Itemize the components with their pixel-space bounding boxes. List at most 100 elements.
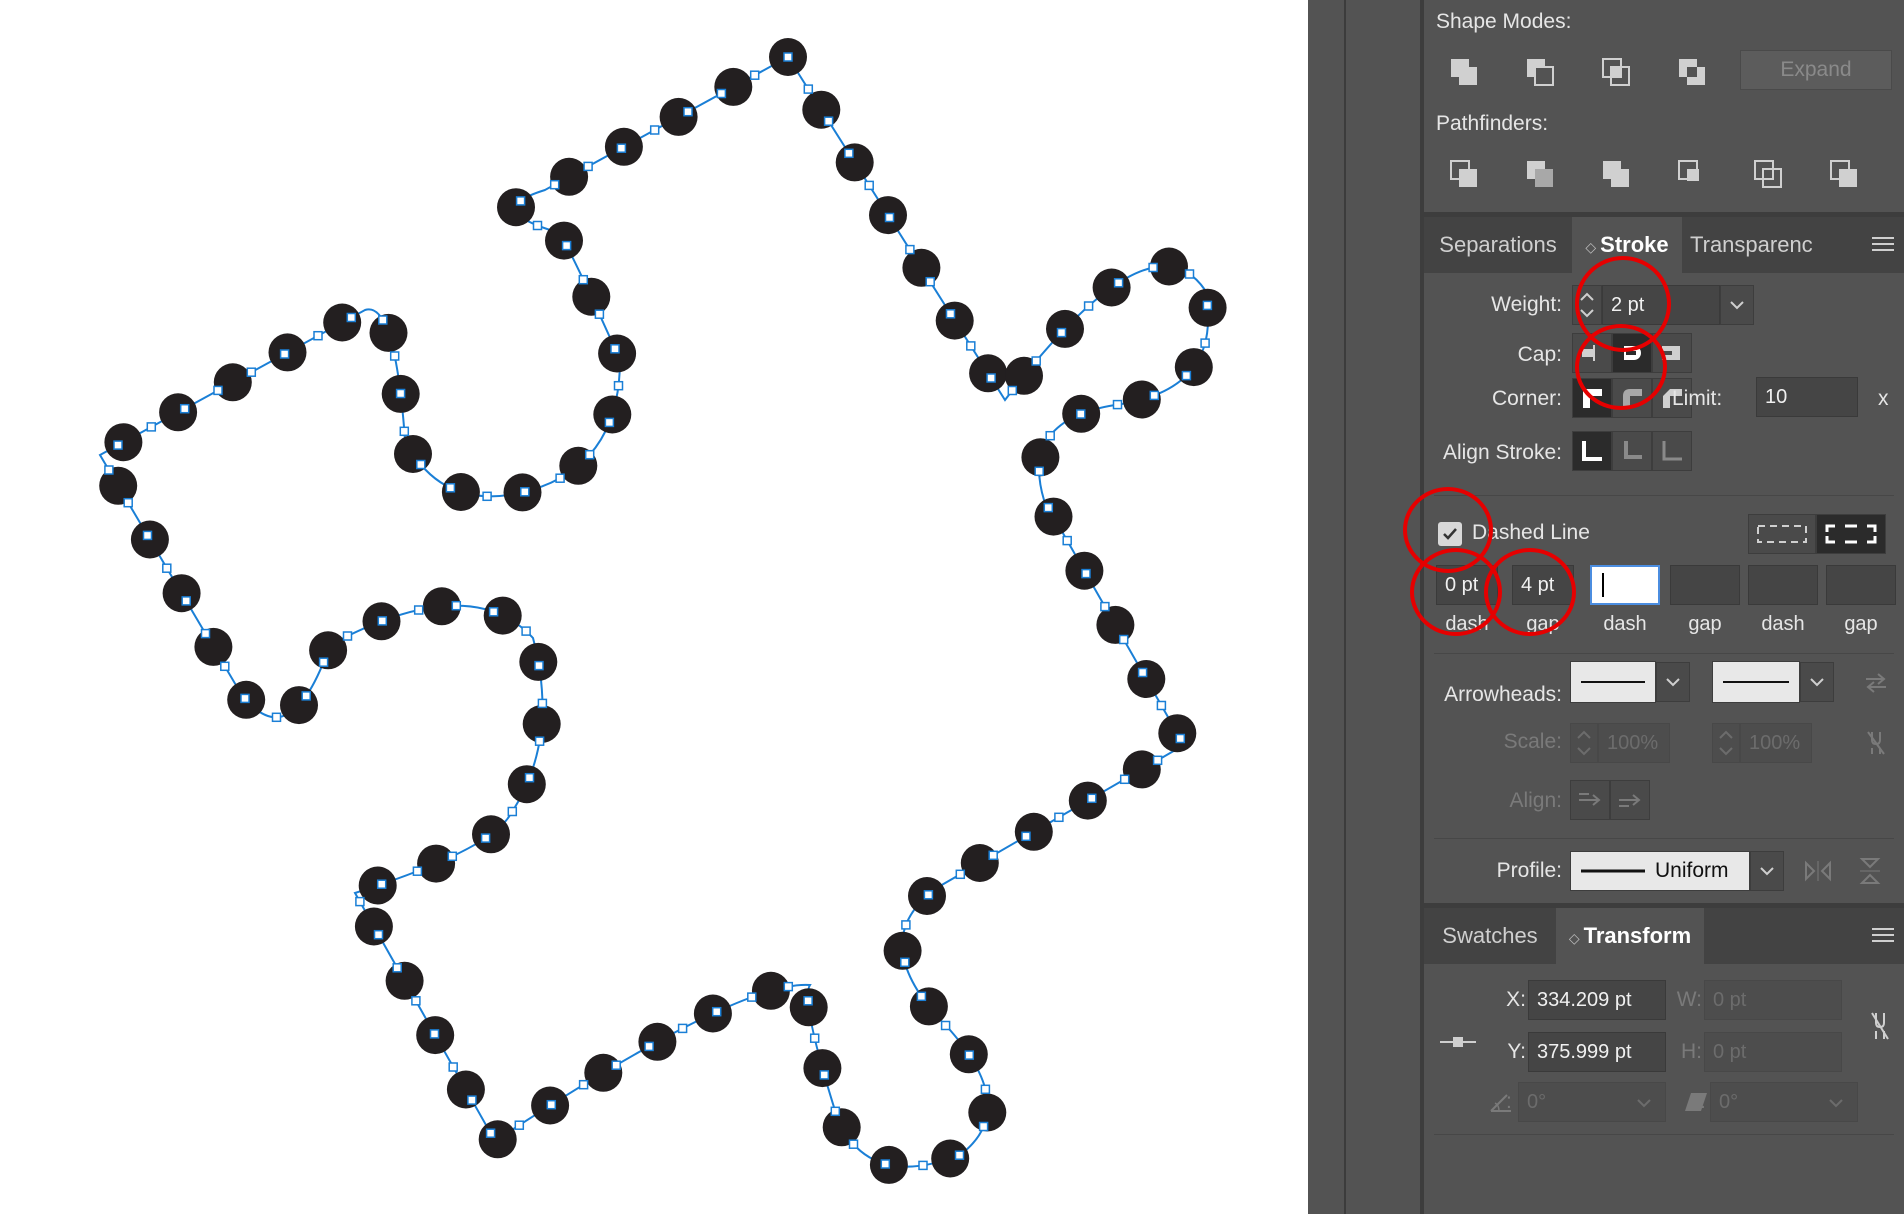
tab-swatches[interactable]: Swatches bbox=[1424, 908, 1556, 964]
anchor-point[interactable] bbox=[200, 628, 211, 639]
anchor-point[interactable] bbox=[1137, 667, 1148, 678]
start-scale-stepper[interactable] bbox=[1570, 723, 1598, 763]
start-arrowhead-dropdown[interactable] bbox=[1656, 662, 1690, 702]
anchor-point[interactable] bbox=[246, 367, 257, 377]
x-position-input[interactable]: 334.209 pt bbox=[1528, 980, 1666, 1020]
anchor-point[interactable] bbox=[389, 351, 400, 361]
width-input[interactable]: 0 pt bbox=[1704, 980, 1842, 1020]
tab-transparency[interactable]: Transparenc bbox=[1690, 217, 1840, 273]
anchor-point[interactable] bbox=[1148, 262, 1158, 273]
weight-dropdown[interactable] bbox=[1720, 285, 1754, 325]
profile-select[interactable]: Uniform bbox=[1570, 851, 1750, 891]
divide-icon[interactable] bbox=[1444, 154, 1484, 194]
end-scale-input[interactable]: 100% bbox=[1740, 723, 1812, 763]
anchor-point[interactable] bbox=[240, 693, 250, 704]
anchor-point[interactable] bbox=[179, 403, 190, 414]
round-cap-icon[interactable] bbox=[1612, 333, 1652, 373]
anchor-point[interactable] bbox=[954, 1150, 965, 1160]
anchor-point[interactable] bbox=[1113, 278, 1124, 288]
preserve-dash-icon[interactable] bbox=[1748, 514, 1816, 554]
anchor-point[interactable] bbox=[342, 631, 353, 641]
artboard-canvas[interactable] bbox=[0, 0, 1308, 1214]
chevron-down-icon[interactable] bbox=[1828, 1098, 1844, 1108]
y-position-input[interactable]: 375.999 pt bbox=[1528, 1032, 1666, 1072]
gap-3-input[interactable] bbox=[1826, 565, 1896, 605]
panel-menu-icon[interactable] bbox=[1872, 928, 1894, 944]
expand-button[interactable]: Expand bbox=[1740, 50, 1892, 90]
anchor-point[interactable] bbox=[1184, 269, 1195, 279]
flip-across-icon[interactable] bbox=[1850, 851, 1890, 891]
anchor-point[interactable] bbox=[711, 1006, 722, 1017]
anchor-point[interactable] bbox=[830, 1106, 841, 1117]
anchor-point[interactable] bbox=[162, 563, 172, 573]
swap-arrowheads-icon[interactable] bbox=[1856, 663, 1896, 703]
anchor-point[interactable] bbox=[318, 657, 329, 667]
anchor-point[interactable] bbox=[783, 981, 794, 992]
anchor-point[interactable] bbox=[1118, 634, 1129, 645]
dashed-line-checkbox[interactable] bbox=[1438, 522, 1462, 546]
anchor-point[interactable] bbox=[578, 1079, 589, 1090]
anchor-point[interactable] bbox=[880, 1159, 891, 1169]
align-dash-corners-icon[interactable] bbox=[1816, 514, 1886, 554]
anchor-point[interactable] bbox=[467, 1095, 477, 1105]
anchor-point[interactable] bbox=[416, 459, 426, 470]
anchor-point[interactable] bbox=[480, 833, 491, 843]
anchor-point[interactable] bbox=[534, 736, 545, 746]
anchor-point[interactable] bbox=[1202, 300, 1213, 311]
anchor-point[interactable] bbox=[819, 1070, 830, 1080]
anchor-point[interactable] bbox=[532, 220, 543, 231]
anchor-point[interactable] bbox=[644, 1041, 654, 1052]
anchor-point[interactable] bbox=[488, 607, 499, 617]
align-outside-icon[interactable] bbox=[1652, 431, 1692, 471]
anchor-point[interactable] bbox=[451, 600, 462, 611]
anchor-point[interactable] bbox=[1083, 301, 1094, 311]
anchor-point[interactable] bbox=[448, 1062, 458, 1072]
anchor-point[interactable] bbox=[399, 426, 410, 437]
tab-transform[interactable]: ◇ Transform bbox=[1556, 908, 1704, 964]
anchor-point[interactable] bbox=[181, 596, 191, 606]
weight-input[interactable]: 2 pt bbox=[1602, 285, 1720, 325]
anchor-point[interactable] bbox=[583, 161, 593, 172]
anchor-point[interactable] bbox=[594, 309, 605, 319]
anchor-point[interactable] bbox=[584, 449, 595, 460]
anchor-point[interactable] bbox=[395, 388, 406, 399]
start-scale-input[interactable]: 100% bbox=[1598, 723, 1670, 763]
tab-stroke[interactable]: ◇ Stroke bbox=[1572, 217, 1682, 273]
anchor-point[interactable] bbox=[1100, 601, 1110, 612]
end-scale-stepper[interactable] bbox=[1712, 723, 1740, 763]
anchor-point[interactable] bbox=[923, 890, 934, 900]
anchor-point[interactable] bbox=[803, 84, 814, 94]
anchor-point[interactable] bbox=[683, 106, 693, 117]
anchor-point[interactable] bbox=[844, 148, 854, 159]
anchor-point[interactable] bbox=[355, 896, 365, 907]
end-arrowhead-dropdown[interactable] bbox=[1800, 662, 1834, 702]
tab-separations[interactable]: Separations bbox=[1424, 217, 1572, 273]
anchor-point[interactable] bbox=[313, 330, 323, 341]
anchor-point[interactable] bbox=[555, 473, 565, 483]
anchor-point[interactable] bbox=[945, 309, 956, 319]
anchor-point[interactable] bbox=[514, 1120, 525, 1130]
dash-1-input[interactable]: 0 pt bbox=[1436, 565, 1498, 605]
canvas-scroll-gutter[interactable] bbox=[1308, 0, 1344, 1214]
miter-join-icon[interactable] bbox=[1572, 378, 1612, 418]
round-join-icon[interactable] bbox=[1612, 378, 1652, 418]
anchor-point[interactable] bbox=[1200, 338, 1210, 348]
anchor-point[interactable] bbox=[988, 850, 998, 861]
anchor-point[interactable] bbox=[142, 530, 153, 541]
merge-icon[interactable] bbox=[1596, 154, 1636, 194]
anchor-point[interactable] bbox=[1054, 812, 1064, 823]
anchor-point[interactable] bbox=[578, 274, 589, 285]
anchor-point[interactable] bbox=[1119, 774, 1130, 785]
anchor-point[interactable] bbox=[1034, 466, 1044, 477]
anchor-point[interactable] bbox=[561, 240, 572, 251]
anchor-point[interactable] bbox=[1021, 831, 1031, 842]
anchor-point[interactable] bbox=[966, 341, 976, 351]
gap-2-input[interactable] bbox=[1670, 565, 1740, 605]
anchor-point[interactable] bbox=[485, 1128, 496, 1138]
dash-2-input[interactable] bbox=[1590, 565, 1660, 605]
dash-3-input[interactable] bbox=[1748, 565, 1818, 605]
anchor-point[interactable] bbox=[980, 1084, 991, 1095]
anchor-point[interactable] bbox=[534, 660, 544, 671]
place-arrow-icon[interactable] bbox=[1610, 780, 1650, 820]
anchor-point[interactable] bbox=[1076, 409, 1086, 419]
